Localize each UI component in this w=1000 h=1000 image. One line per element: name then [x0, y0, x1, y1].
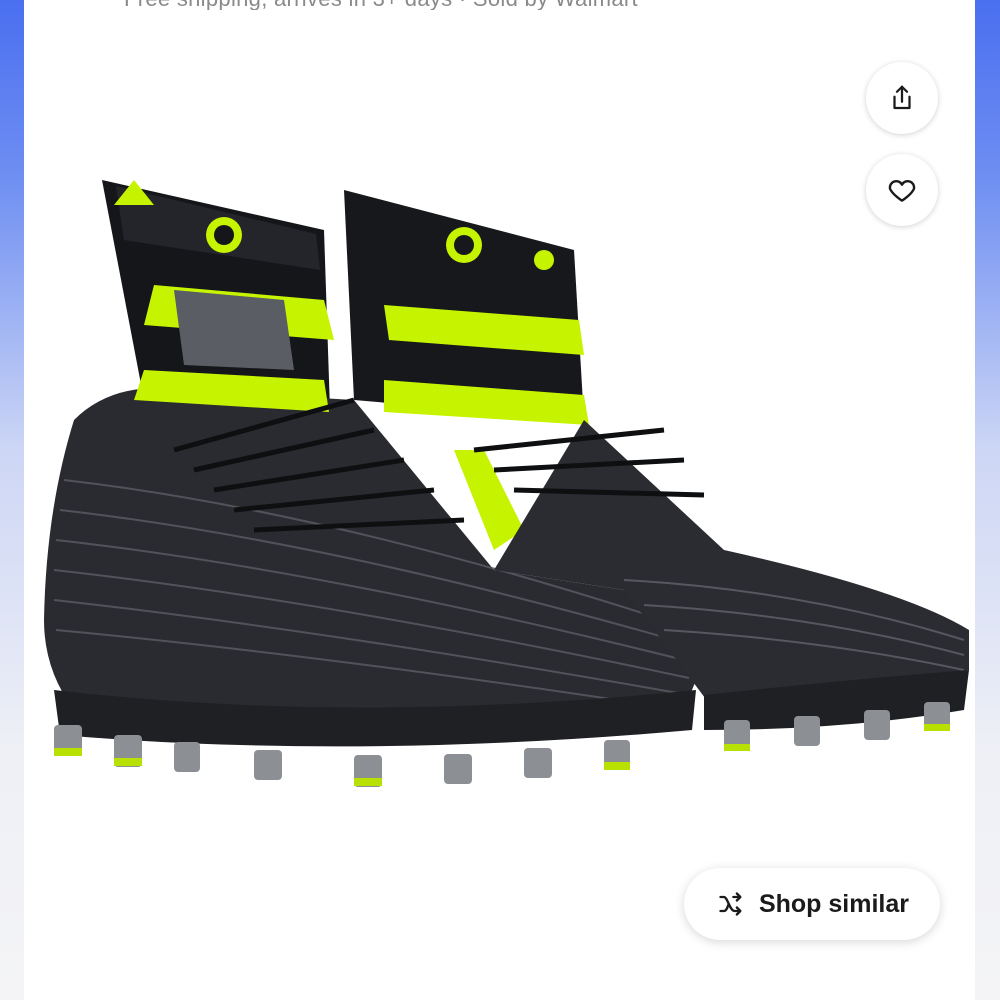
share-button[interactable] [866, 62, 938, 134]
shop-similar-button[interactable]: Shop similar [684, 868, 940, 940]
share-icon [893, 85, 911, 110]
shipping-info-text: Free shipping, arrives in 3+ days · Sold… [124, 0, 844, 10]
shop-similar-label: Shop similar [758, 889, 910, 918]
shuffle-icon [719, 892, 742, 916]
heart-icon [888, 180, 916, 202]
favorite-button[interactable] [866, 154, 938, 226]
product-image[interactable] [24, 150, 976, 820]
